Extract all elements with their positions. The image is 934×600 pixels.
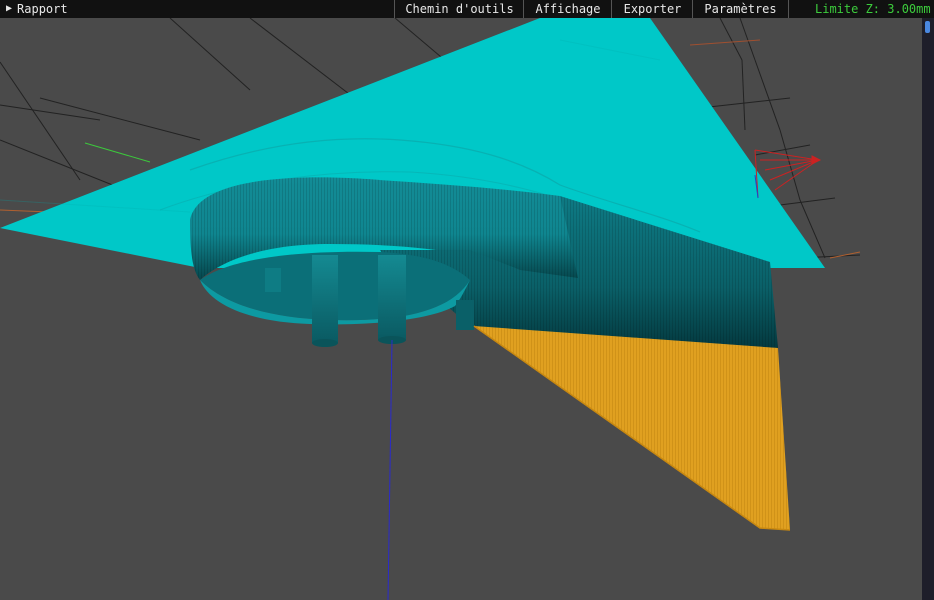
report-toggle[interactable]: ▶ Rapport [6, 0, 68, 18]
peg [312, 255, 338, 343]
peg [378, 255, 406, 340]
vertical-scrollbar[interactable] [922, 18, 934, 600]
z-axis-line [387, 339, 393, 600]
play-arrow-icon: ▶ [6, 3, 13, 14]
toolpath-surface-texture [474, 326, 790, 530]
viewport-canvas[interactable] [0, 18, 922, 600]
menu-settings[interactable]: Paramètres [692, 0, 789, 18]
3d-viewport[interactable] [0, 18, 922, 600]
report-label: Rapport [17, 2, 68, 16]
menu-export[interactable]: Exporter [611, 0, 693, 18]
scrollbar-thumb[interactable] [925, 21, 930, 33]
menu-bar: ▶ Rapport Chemin d'outils Affichage Expo… [0, 0, 934, 18]
peg [456, 300, 474, 330]
menu-toolpath[interactable]: Chemin d'outils [394, 0, 524, 18]
y-axis-line [84, 142, 151, 163]
peg [265, 268, 281, 292]
z-limit-readout: Limite Z: 3.00mm [815, 2, 931, 16]
menu-display[interactable]: Affichage [523, 0, 612, 18]
